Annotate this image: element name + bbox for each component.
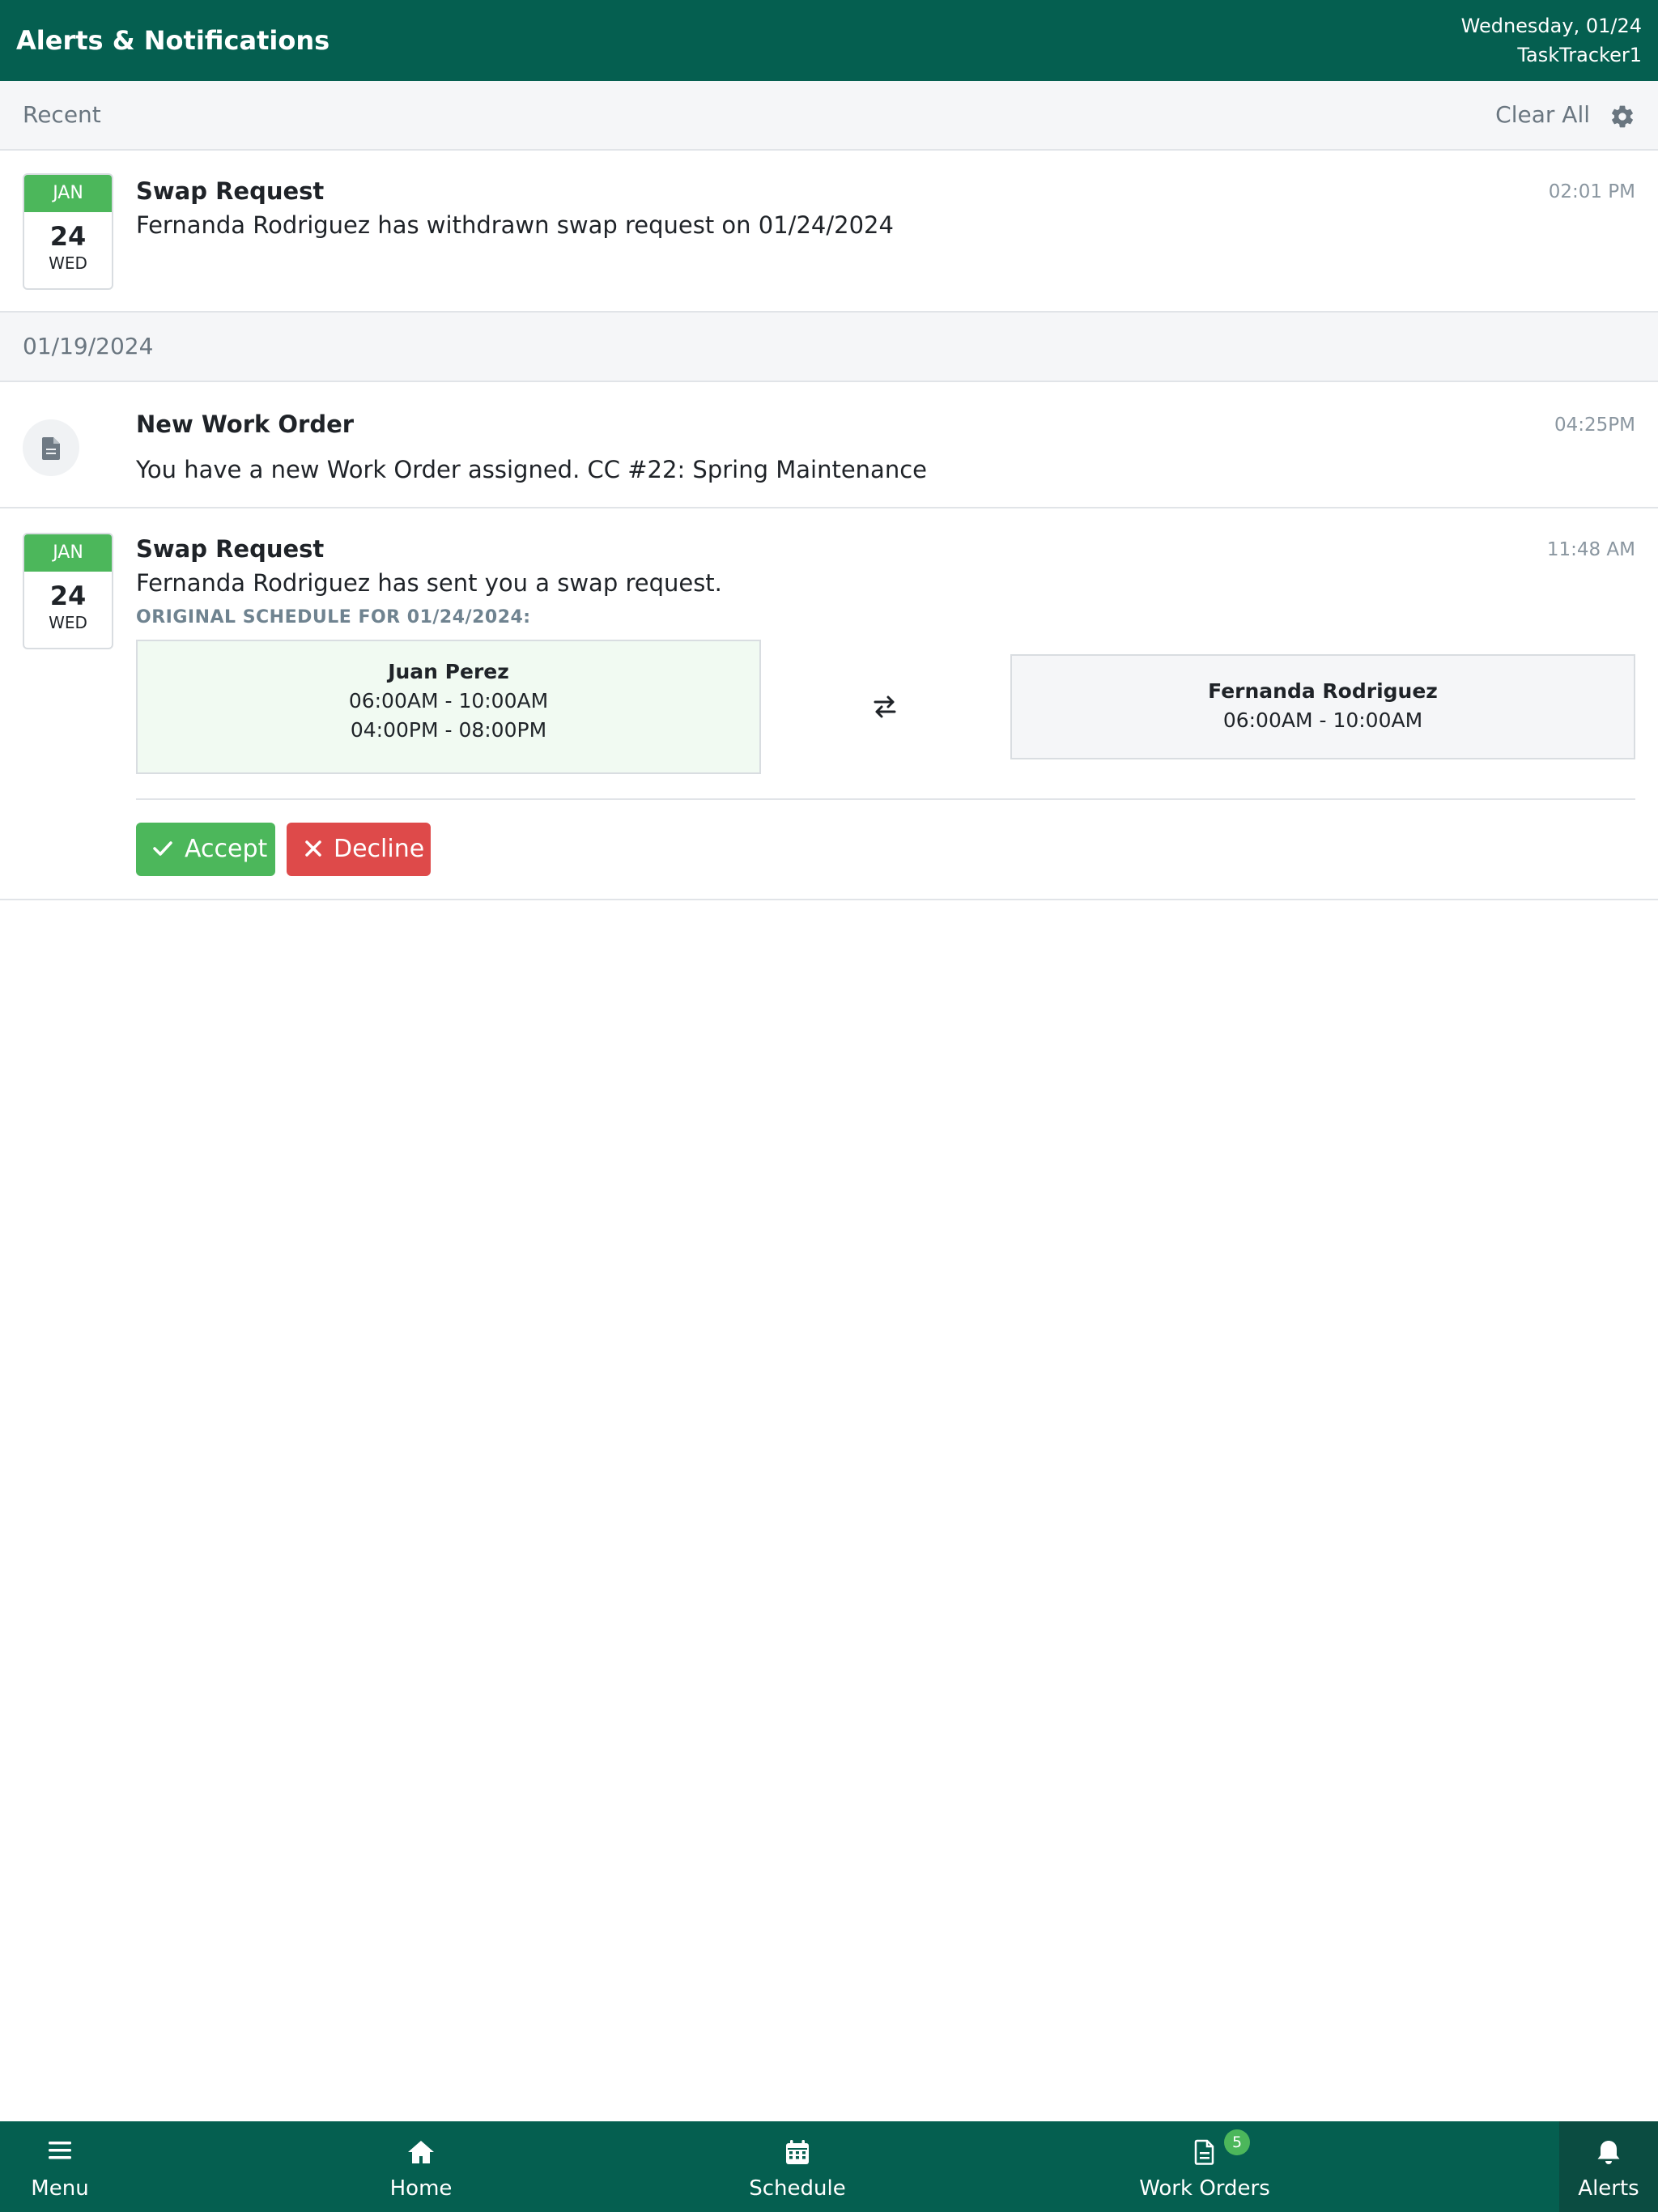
header-app-name: TaskTracker1 [1517, 44, 1642, 66]
notification-time: 02:01 PM [1548, 181, 1635, 202]
nav-item-menu[interactable]: Menu [0, 2121, 120, 2212]
requested-shift: 06:00AM - 10:00AM [1222, 708, 1423, 732]
header-info: Wednesday, 01/24 TaskTracker1 [1461, 11, 1642, 70]
clear-all-button[interactable]: Clear All [1495, 100, 1590, 130]
home-icon [408, 2141, 434, 2163]
document-icon [23, 419, 79, 476]
nav-label: Home [389, 2176, 453, 2201]
notification-text: You have a new Work Order assigned. CC #… [136, 456, 927, 483]
page-title: Alerts & Notifications [16, 25, 330, 56]
original-schedule-label: ORIGINAL SCHEDULE FOR 01/24/2024: [136, 607, 531, 627]
nav-item-schedule[interactable]: Schedule [733, 2121, 862, 2212]
notification-title: Swap Request [136, 535, 325, 563]
calendar-badge: JAN 24 WED [23, 173, 113, 290]
menu-icon [49, 2142, 71, 2159]
calendar-badge: JAN 24 WED [23, 533, 113, 649]
nav-label: Alerts [1578, 2176, 1639, 2201]
app-header: Alerts & Notifications Wednesday, 01/24 … [0, 0, 1658, 81]
original-shift: 04:00PM - 08:00PM [350, 718, 547, 742]
original-schedule-card: Juan Perez 06:00AM - 10:00AM 04:00PM - 0… [136, 640, 761, 774]
gear-icon[interactable] [1609, 104, 1635, 130]
bottom-navigation: Menu Home Schedule 5 Work Orders Alerts [0, 2121, 1658, 2212]
nav-label: Menu [31, 2176, 89, 2201]
notification-time: 04:25PM [1554, 415, 1635, 436]
section-label-date: 01/19/2024 [23, 333, 154, 359]
notification-text: Fernanda Rodriguez has sent you a swap r… [136, 569, 722, 597]
decline-label: Decline [334, 835, 425, 863]
calendar-weekday: WED [49, 613, 87, 632]
notification-title: New Work Order [136, 410, 355, 438]
accept-button[interactable]: Accept [136, 823, 275, 876]
notification-time: 11:48 AM [1546, 539, 1635, 560]
action-divider [136, 798, 1635, 800]
work-orders-badge: 5 [1224, 2129, 1250, 2155]
nav-item-alerts[interactable]: Alerts [1559, 2121, 1658, 2212]
nav-item-home[interactable]: Home [356, 2121, 486, 2212]
nav-item-work-orders[interactable]: 5 Work Orders [1124, 2121, 1286, 2212]
check-icon [153, 841, 172, 856]
nav-label: Schedule [749, 2176, 846, 2201]
notification-title: Swap Request [136, 177, 325, 205]
section-label-recent: Recent [23, 101, 101, 128]
accept-label: Accept [185, 835, 268, 863]
calendar-day: 24 [49, 221, 87, 252]
requested-schedule-card: Fernanda Rodriguez 06:00AM - 10:00AM [1010, 654, 1635, 759]
notification-swap-request[interactable]: JAN 24 WED Swap Request Fernanda Rodrigu… [0, 508, 1658, 900]
swap-arrows-icon [874, 696, 896, 718]
calendar-month: JAN [24, 175, 112, 212]
bell-icon [1597, 2141, 1620, 2164]
calendar-weekday: WED [49, 253, 87, 273]
document-icon [1194, 2139, 1214, 2165]
header-date: Wednesday, 01/24 [1460, 15, 1642, 37]
calendar-day: 24 [49, 581, 87, 611]
notification-swap-withdrawn[interactable]: JAN 24 WED Swap Request Fernanda Rodrigu… [0, 151, 1658, 313]
close-icon [305, 840, 321, 857]
nav-label: Work Orders [1139, 2176, 1270, 2201]
requested-employee-name: Fernanda Rodriguez [1208, 679, 1438, 703]
notification-text: Fernanda Rodriguez has withdrawn swap re… [136, 211, 894, 239]
decline-button[interactable]: Decline [287, 823, 431, 876]
calendar-icon [786, 2140, 809, 2164]
date-section-header: 01/19/2024 [0, 313, 1658, 382]
recent-section-header: Recent Clear All [0, 81, 1658, 151]
calendar-month: JAN [24, 534, 112, 572]
notification-work-order[interactable]: New Work Order You have a new Work Order… [0, 382, 1658, 508]
original-employee-name: Juan Perez [388, 660, 509, 683]
original-shift: 06:00AM - 10:00AM [348, 689, 549, 713]
